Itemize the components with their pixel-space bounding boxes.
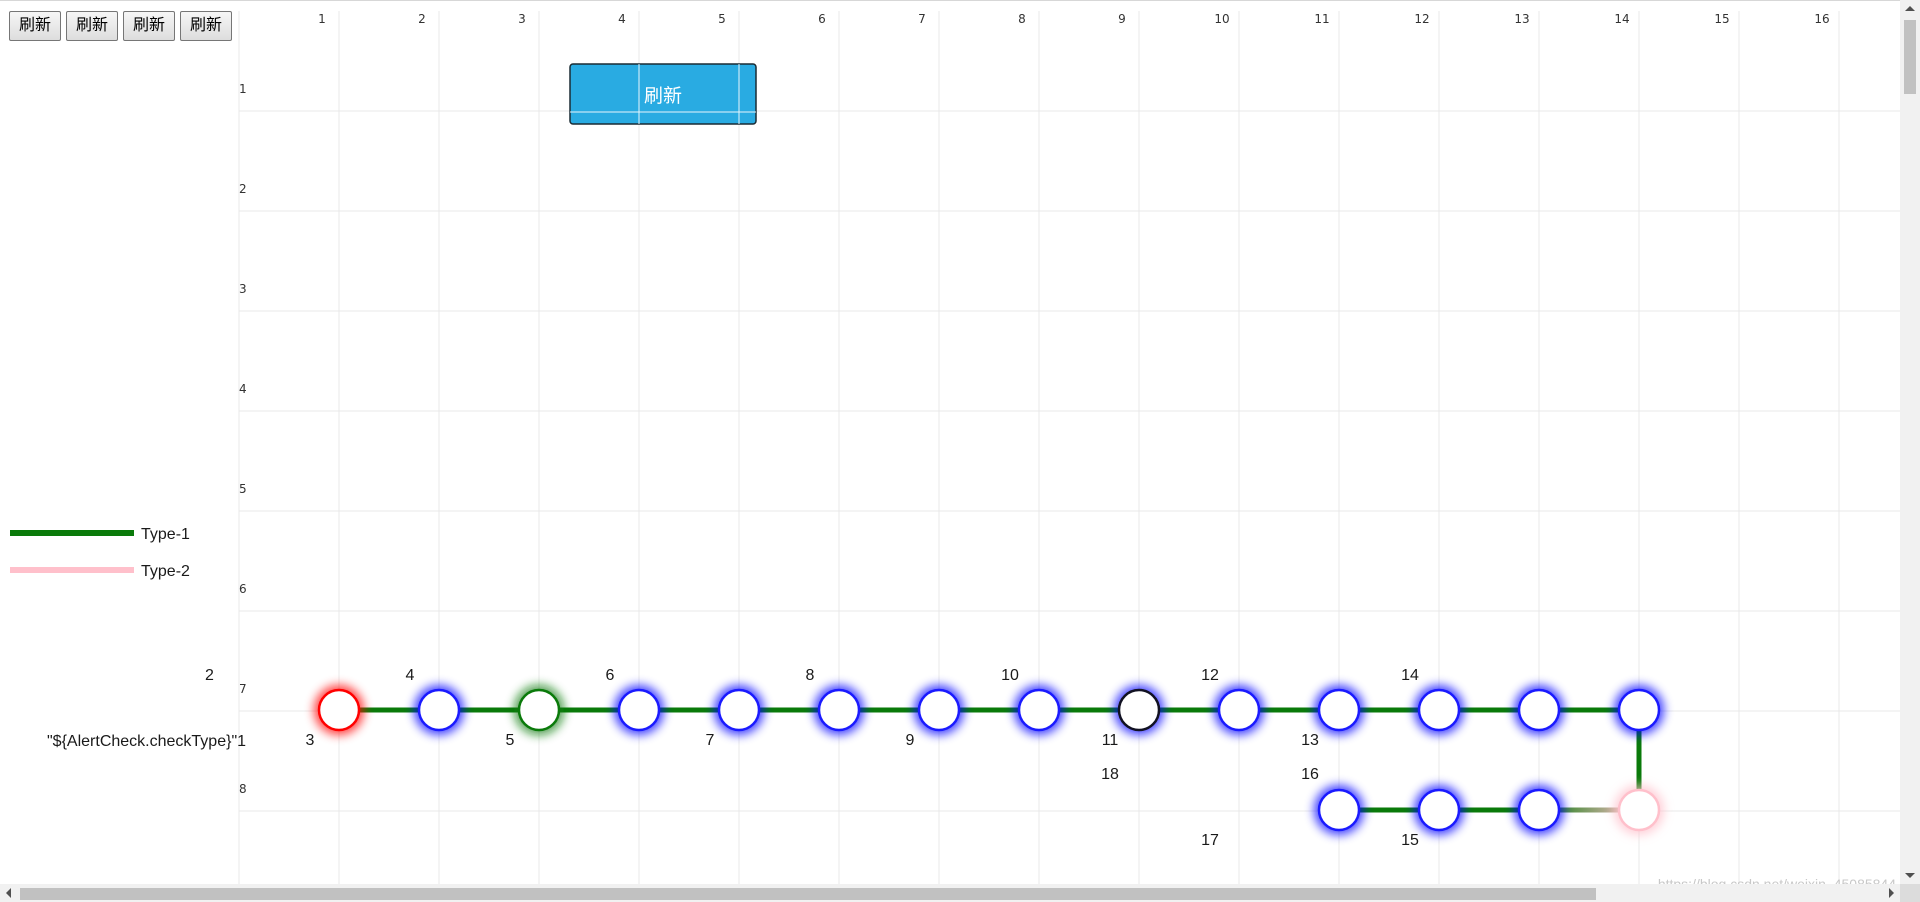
- track-node-label: 15: [1401, 832, 1419, 849]
- track-node-label: 5: [506, 732, 515, 749]
- watermark: https://blog.csdn.net/weixin_45085844: [1658, 876, 1896, 884]
- row-axis-label: 1: [239, 82, 247, 96]
- track-node-label: 9: [906, 732, 915, 749]
- vertical-scrollbar[interactable]: [1900, 0, 1920, 884]
- col-axis-label: 8: [1018, 12, 1026, 26]
- track-node[interactable]: [1317, 688, 1361, 732]
- col-axis-label: 4: [618, 12, 626, 26]
- track-node[interactable]: [1017, 688, 1061, 732]
- left-top-label: 2: [205, 667, 214, 684]
- col-axis-label: 3: [518, 12, 526, 26]
- scrollbar-corner: [1900, 884, 1920, 902]
- scroll-right-arrow-icon[interactable]: [1889, 888, 1894, 898]
- track-node[interactable]: [1617, 688, 1661, 732]
- track-node-label: 11: [1102, 732, 1119, 749]
- canvas-refresh-button[interactable]: 刷新: [569, 63, 757, 125]
- track-node[interactable]: [417, 688, 461, 732]
- track-node[interactable]: [1117, 688, 1161, 732]
- col-axis-label: 1: [318, 12, 326, 26]
- vertical-scroll-thumb[interactable]: [1904, 20, 1916, 94]
- col-axis-label: 2: [418, 12, 426, 26]
- track-node-label: 3: [306, 732, 315, 749]
- scroll-up-arrow-icon[interactable]: [1905, 6, 1915, 11]
- col-axis-label: 9: [1118, 12, 1126, 26]
- refresh-button-2[interactable]: 刷新: [66, 11, 119, 41]
- track-node-label: 4: [406, 667, 415, 684]
- track-node[interactable]: [917, 688, 961, 732]
- col-axis-label: 7: [918, 12, 926, 26]
- col-axis-label: 10: [1214, 12, 1229, 26]
- legend-label-type-1: Type-1: [141, 526, 190, 543]
- track-node-label: 16: [1301, 766, 1319, 783]
- col-axis-label: 15: [1714, 12, 1729, 26]
- col-axis-label: 13: [1514, 12, 1529, 26]
- track-node-label: 7: [706, 732, 715, 749]
- row-axis-label: 3: [239, 282, 247, 296]
- track-node-label: 14: [1401, 667, 1419, 684]
- legend: Type-1 Type-2: [10, 526, 190, 580]
- track-node-label: 8: [806, 667, 815, 684]
- refresh-button-3[interactable]: 刷新: [123, 11, 176, 41]
- track-node[interactable]: [1217, 688, 1261, 732]
- track-node[interactable]: [317, 688, 361, 732]
- toolbar: 刷新 刷新 刷新 刷新: [9, 11, 233, 41]
- track-node-label: 17: [1201, 832, 1219, 849]
- canvas-refresh-button-label: 刷新: [644, 85, 682, 107]
- horizontal-scroll-thumb[interactable]: [20, 888, 1596, 900]
- track-node[interactable]: [617, 688, 661, 732]
- col-axis-label: 14: [1614, 12, 1629, 26]
- row-axis-label: 2: [239, 182, 247, 196]
- row-axis-label: 6: [239, 582, 247, 596]
- track-node[interactable]: [1417, 688, 1461, 732]
- track-node[interactable]: [1517, 788, 1561, 832]
- row-axis-label: 7: [239, 682, 247, 696]
- legend-label-type-2: Type-2: [141, 563, 190, 580]
- row-axis-label: 4: [239, 382, 247, 396]
- col-axis-label: 12: [1414, 12, 1429, 26]
- horizontal-scrollbar[interactable]: [0, 884, 1900, 902]
- track-node[interactable]: [717, 688, 761, 732]
- col-axis-label: 16: [1814, 12, 1829, 26]
- scroll-down-arrow-icon[interactable]: [1905, 873, 1915, 878]
- track-node[interactable]: [517, 688, 561, 732]
- track-node[interactable]: [817, 688, 861, 732]
- row-axis-label: 8: [239, 782, 247, 796]
- grid-axis-labels: 1 2 3 4 5 6 7 8 9 10 11 12 13 14 15 1612345678: [239, 12, 1830, 796]
- refresh-button-4[interactable]: 刷新: [180, 11, 233, 41]
- track-node[interactable]: [1417, 788, 1461, 832]
- topology-canvas[interactable]: 1 2 3 4 5 6 7 8 9 10 11 12 13 14 15 1612345678 刷新 Type-…: [0, 0, 1900, 884]
- track-node-label: 13: [1301, 732, 1319, 749]
- track-node[interactable]: [1517, 688, 1561, 732]
- track-node[interactable]: [1317, 788, 1361, 832]
- alert-check-type-label: "${AlertCheck.checkType}"1: [47, 733, 246, 750]
- grid-lines: [238, 11, 1900, 884]
- app-window: 1 2 3 4 5 6 7 8 9 10 11 12 13 14 15 16 1 2 3 4 5 6 7 8 刷新 Type-…: [0, 0, 1920, 902]
- refresh-button-1[interactable]: 刷新: [9, 11, 62, 41]
- col-axis-label: 11: [1314, 12, 1329, 26]
- track-node[interactable]: [1617, 788, 1661, 832]
- track-node-label: 6: [606, 667, 615, 684]
- col-axis-label: 6: [818, 12, 826, 26]
- scroll-left-arrow-icon[interactable]: [6, 888, 11, 898]
- track-node-label: 12: [1201, 667, 1219, 684]
- row-axis-label: 5: [239, 482, 247, 496]
- track-node-label: 18: [1101, 766, 1119, 783]
- track-node-label: 10: [1001, 667, 1019, 684]
- col-axis-label: 5: [718, 12, 726, 26]
